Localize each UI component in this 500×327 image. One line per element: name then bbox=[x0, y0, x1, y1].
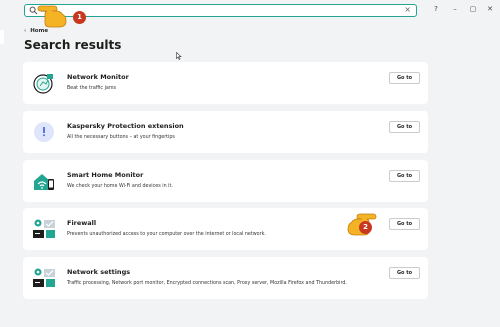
result-description: Traffic processing, Network port monitor… bbox=[67, 281, 347, 286]
result-title: Kaspersky Protection extension bbox=[67, 122, 184, 130]
page-title: Search results bbox=[24, 38, 122, 52]
result-description: All the necessary buttons – at your fing… bbox=[67, 135, 175, 140]
go-to-button[interactable]: Go to bbox=[389, 218, 420, 230]
mouse-pointer-icon bbox=[176, 52, 182, 60]
clear-search-icon[interactable]: × bbox=[404, 5, 411, 15]
firewall-icon bbox=[33, 219, 55, 238]
chevron-left-icon: ‹ bbox=[24, 28, 27, 34]
result-card-network-settings: Network settings Traffic processing, Net… bbox=[23, 257, 428, 299]
result-description: Prevents unauthorized access to your com… bbox=[67, 232, 266, 237]
network-monitor-icon bbox=[33, 74, 53, 94]
go-to-button[interactable]: Go to bbox=[389, 72, 420, 84]
close-button[interactable]: ✕ bbox=[484, 4, 496, 14]
result-description: Beat the traffic jams bbox=[67, 86, 117, 91]
result-card-protection-extension: Kaspersky Protection extension All the n… bbox=[23, 111, 428, 153]
go-to-button[interactable]: Go to bbox=[389, 121, 420, 133]
result-description: We check your home Wi-Fi and devices in … bbox=[67, 184, 173, 189]
restore-button[interactable]: ▢ bbox=[467, 4, 479, 14]
result-card-network-monitor: Network Monitor Beat the traffic jams Go… bbox=[23, 62, 428, 104]
extension-icon bbox=[34, 122, 54, 142]
step-badge-2: 2 bbox=[359, 221, 372, 234]
result-title: Network settings bbox=[67, 268, 131, 276]
pointing-hand-icon bbox=[37, 5, 67, 28]
result-card-smart-home-monitor: Smart Home Monitor We check your home Wi… bbox=[23, 160, 428, 202]
go-to-button[interactable]: Go to bbox=[389, 170, 420, 182]
result-title: Network Monitor bbox=[67, 73, 129, 81]
help-button[interactable]: ? bbox=[430, 4, 442, 14]
sidebar-edge bbox=[0, 30, 4, 44]
step-badge-1: 1 bbox=[73, 11, 86, 24]
result-title: Firewall bbox=[67, 219, 97, 227]
smart-home-icon bbox=[34, 174, 54, 190]
network-settings-icon bbox=[33, 268, 55, 287]
go-to-button[interactable]: Go to bbox=[389, 267, 420, 279]
result-title: Smart Home Monitor bbox=[67, 171, 144, 179]
minimize-button[interactable]: – bbox=[449, 4, 461, 14]
